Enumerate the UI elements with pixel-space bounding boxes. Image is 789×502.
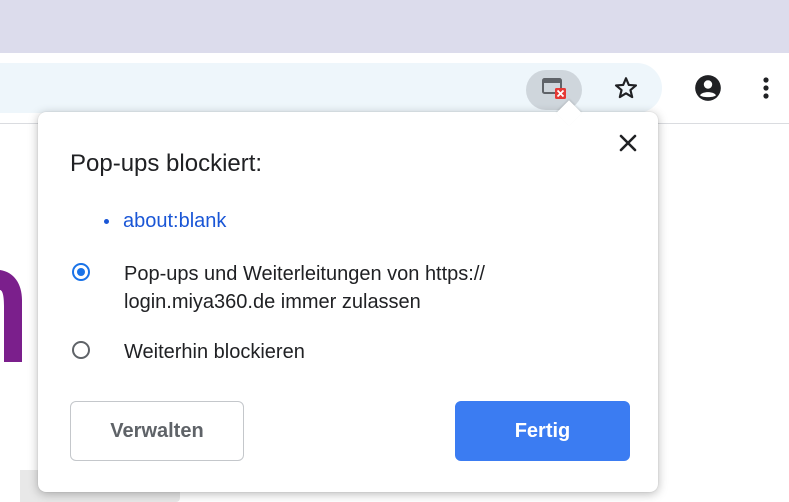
bubble-title: Pop-ups blockiert: xyxy=(70,150,263,177)
blocked-popups-list: about:blank xyxy=(104,210,226,233)
more-vert-icon xyxy=(761,75,771,106)
option-keep-blocking-label: Weiterhin blockieren xyxy=(124,341,305,363)
option-always-allow[interactable]: Pop-ups und Weiterleitungen von https://… xyxy=(72,260,594,316)
bullet-icon xyxy=(104,219,109,224)
popup-blocked-icon xyxy=(541,76,567,105)
blocked-popup-link[interactable]: about:blank xyxy=(104,210,226,233)
radio-checked-icon[interactable] xyxy=(72,263,90,281)
star-icon xyxy=(613,75,639,106)
option-keep-blocking[interactable]: Weiterhin blockieren xyxy=(72,338,305,366)
close-icon xyxy=(619,134,637,157)
done-button[interactable]: Fertig xyxy=(455,401,630,461)
profile-button[interactable] xyxy=(688,70,728,110)
account-icon xyxy=(694,74,722,107)
close-button[interactable] xyxy=(608,130,648,160)
option-always-allow-label: Pop-ups und Weiterleitungen von https://… xyxy=(124,263,485,313)
more-menu-button[interactable] xyxy=(748,70,784,110)
site-logo-fragment xyxy=(0,270,22,362)
blocked-popup-url[interactable]: about:blank xyxy=(123,210,226,233)
bookmark-star-button[interactable] xyxy=(606,70,646,110)
radio-unchecked-icon[interactable] xyxy=(72,341,90,359)
tab-strip xyxy=(0,0,789,53)
manage-button[interactable]: Verwalten xyxy=(70,401,244,461)
